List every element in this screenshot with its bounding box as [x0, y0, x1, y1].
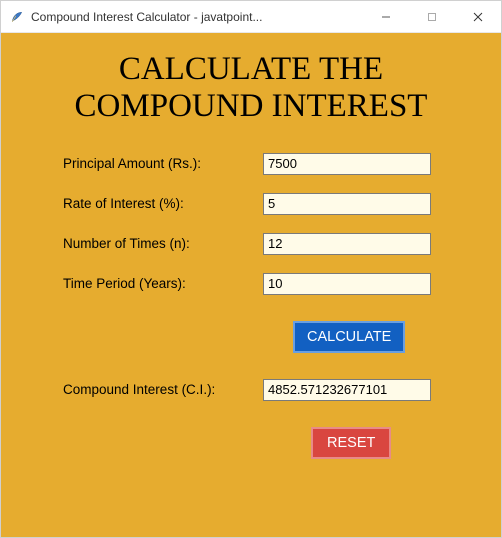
feather-icon — [9, 9, 25, 25]
rate-input[interactable] — [263, 193, 431, 215]
principal-label: Principal Amount (Rs.): — [63, 156, 253, 171]
period-input[interactable] — [263, 273, 431, 295]
window-title: Compound Interest Calculator - javatpoin… — [31, 10, 363, 24]
result-label: Compound Interest (C.I.): — [63, 382, 253, 397]
reset-button[interactable]: RESET — [311, 427, 391, 459]
rate-label: Rate of Interest (%): — [63, 196, 253, 211]
minimize-button[interactable] — [363, 1, 409, 32]
titlebar: Compound Interest Calculator - javatpoin… — [1, 1, 501, 33]
principal-input[interactable] — [263, 153, 431, 175]
times-label: Number of Times (n): — [63, 236, 253, 251]
content-area: CALCULATE THE COMPOUND INTEREST Principa… — [1, 33, 501, 537]
times-input[interactable] — [263, 233, 431, 255]
close-button[interactable] — [455, 1, 501, 32]
result-input[interactable] — [263, 379, 431, 401]
heading-line1: CALCULATE THE — [119, 51, 383, 87]
page-heading: CALCULATE THE COMPOUND INTEREST — [25, 51, 477, 125]
period-label: Time Period (Years): — [63, 276, 253, 291]
app-window: Compound Interest Calculator - javatpoin… — [0, 0, 502, 538]
heading-line2: COMPOUND INTEREST — [75, 88, 428, 124]
calculator-form: Principal Amount (Rs.): Rate of Interest… — [63, 153, 477, 459]
calculate-button[interactable]: CALCULATE — [293, 321, 405, 353]
maximize-button[interactable] — [409, 1, 455, 32]
window-controls — [363, 1, 501, 32]
